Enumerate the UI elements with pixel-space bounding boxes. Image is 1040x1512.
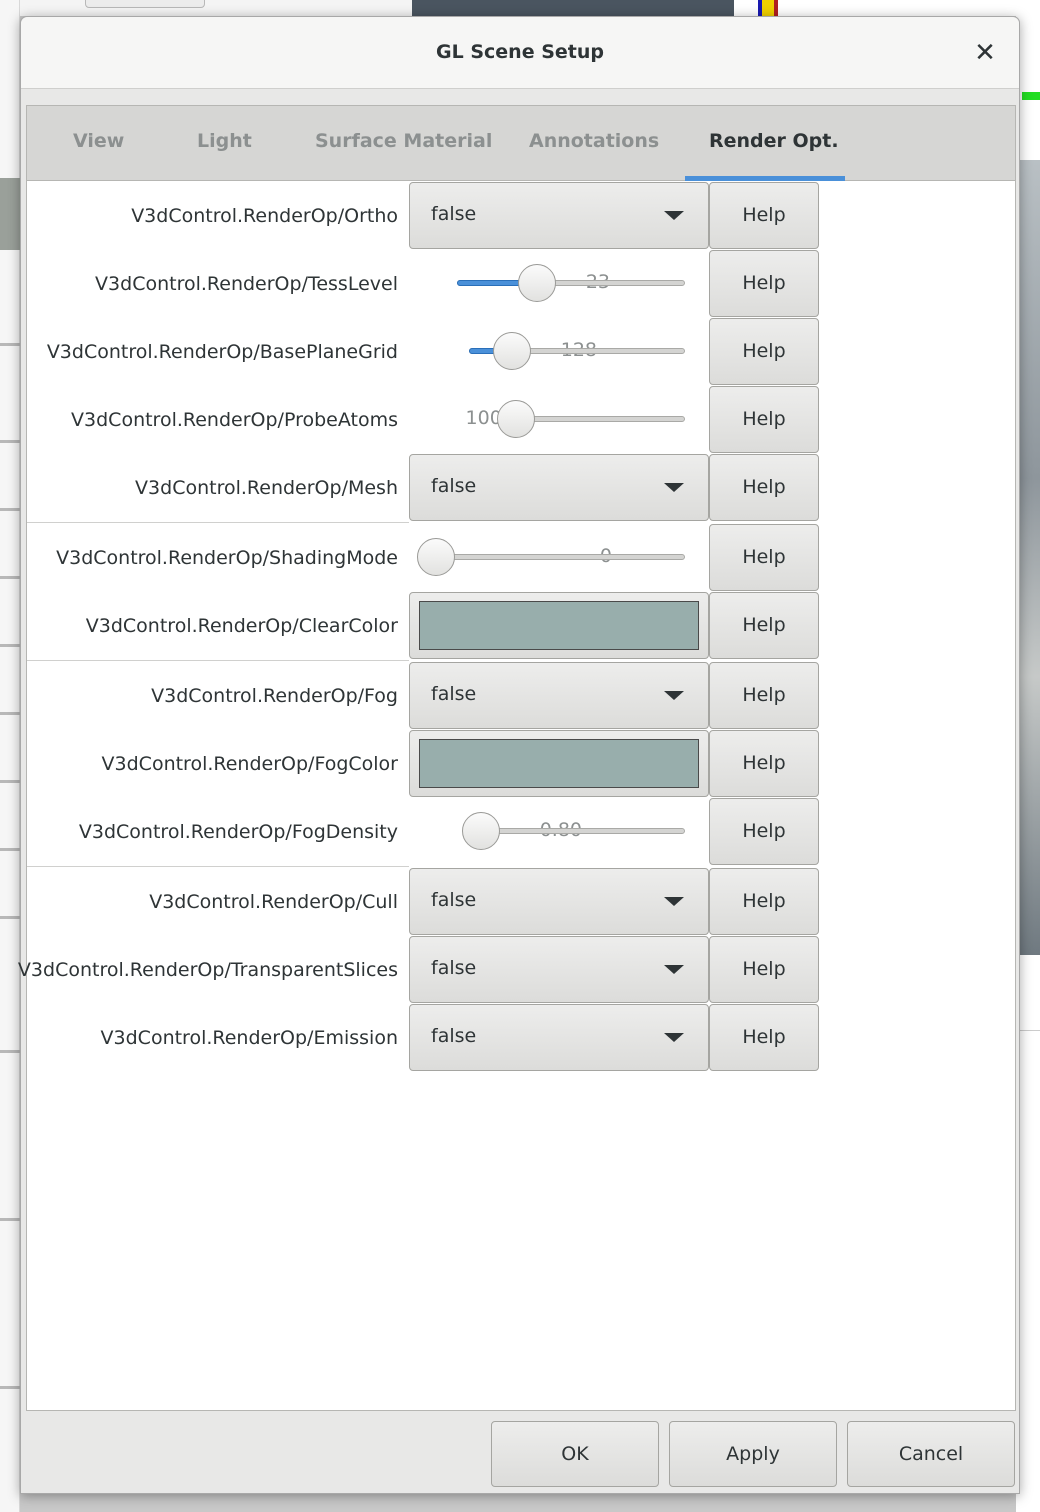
cull-help-button[interactable]: Help [709,868,819,935]
label-fogcolor: V3dControl.RenderOp/FogColor [101,753,398,775]
label-shadingmode: V3dControl.RenderOp/ShadingMode [56,547,398,569]
fog-help-button[interactable]: Help [709,662,819,729]
mesh-combo-value: false [431,475,477,497]
emission-combo[interactable]: false [409,1004,709,1071]
label-emission: V3dControl.RenderOp/Emission [100,1027,398,1049]
mesh-combo[interactable]: false [409,454,709,521]
tab-light[interactable]: Light [197,130,252,152]
fogcolor-color-button[interactable] [409,730,709,797]
background-image-strip [0,178,20,250]
probeatoms-help-button[interactable]: Help [709,386,819,453]
background-window-top [20,0,1020,16]
settings-notebook: View Light Surface Material Annotations … [18,105,1016,1411]
clearcolor-color-button[interactable] [409,592,709,659]
background-dark-panel [412,0,734,16]
background-marker [758,0,778,16]
fogdensity-slider-track[interactable] [482,828,685,834]
label-baseplanegrid: V3dControl.RenderOp/BasePlaneGrid [46,341,398,363]
baseplanegrid-slider-handle[interactable] [493,332,532,370]
label-fogdensity: V3dControl.RenderOp/FogDensity [78,821,398,843]
chevron-down-icon [664,965,684,974]
clearcolor-help-button[interactable]: Help [709,592,819,659]
fog-combo[interactable]: false [409,662,709,729]
tab-bar: View Light Surface Material Annotations … [27,106,1015,181]
tab-surface-material[interactable]: Surface Material [315,130,492,152]
chevron-down-icon [664,211,684,220]
background-divider [0,916,20,919]
background-window-left [0,0,20,1512]
chevron-down-icon [664,691,684,700]
row-separator [27,866,409,867]
mesh-help-button[interactable]: Help [709,454,819,521]
background-button [85,0,205,8]
emission-help-button[interactable]: Help [709,1004,819,1071]
chevron-down-icon [664,1033,684,1042]
background-divider [0,1386,20,1389]
apply-button[interactable]: Apply [669,1421,837,1487]
tab-annotations[interactable]: Annotations [529,130,659,152]
fogdensity-help-button[interactable]: Help [709,798,819,865]
label-clearcolor: V3dControl.RenderOp/ClearColor [85,615,398,637]
fogcolor-color-swatch [419,739,699,788]
shadingmode-help-button[interactable]: Help [709,524,819,591]
fogcolor-help-button[interactable]: Help [709,730,819,797]
transparentslices-combo-value: false [431,957,477,979]
label-probeatoms: V3dControl.RenderOp/ProbeAtoms [71,409,398,431]
active-tab-indicator [685,176,845,181]
cull-combo[interactable]: false [409,868,709,935]
background-divider [0,343,20,346]
chevron-down-icon [664,483,684,492]
background-divider [0,780,20,783]
row-separator [27,660,409,661]
background-divider [0,1218,20,1221]
dialog-titlebar: GL Scene Setup ✕ [21,17,1019,89]
label-cull: V3dControl.RenderOp/Cull [149,891,398,913]
background-photo [1020,160,1040,955]
emission-combo-value: false [431,1025,477,1047]
background-divider [0,644,20,647]
close-icon[interactable]: ✕ [967,35,1003,71]
shadingmode-slider-track[interactable] [437,554,685,560]
background-divider [0,1050,20,1053]
tab-view[interactable]: View [73,130,124,152]
transparentslices-combo[interactable]: false [409,936,709,1003]
label-fog: V3dControl.RenderOp/Fog [151,685,398,707]
ortho-combo-value: false [431,203,477,225]
transparentslices-help-button[interactable]: Help [709,936,819,1003]
probeatoms-slider-handle[interactable] [497,400,535,438]
label-tesslevel: V3dControl.RenderOp/TessLevel [95,273,398,295]
probeatoms-slider-track[interactable] [517,416,685,422]
tab-render-opt[interactable]: Render Opt. [709,130,839,152]
chevron-down-icon [664,897,684,906]
label-mesh: V3dControl.RenderOp/Mesh [135,477,398,499]
fogdensity-slider-handle[interactable] [462,812,500,850]
background-divider [0,848,20,851]
shadingmode-slider-handle[interactable] [417,538,455,576]
background-divider [0,440,20,443]
row-separator [27,522,409,523]
background-divider [0,712,20,715]
label-transparentslices: V3dControl.RenderOp/TransparentSlices [17,959,398,981]
baseplanegrid-help-button[interactable]: Help [709,318,819,385]
background-green-bar [1022,92,1040,100]
dialog-title: GL Scene Setup [436,41,604,63]
background-divider [0,508,20,511]
cancel-button[interactable]: Cancel [847,1421,1015,1487]
clearcolor-color-swatch [419,601,699,650]
ortho-combo[interactable]: false [409,182,709,249]
tesslevel-slider-handle[interactable] [517,264,556,302]
tesslevel-help-button[interactable]: Help [709,250,819,317]
label-ortho: V3dControl.RenderOp/Ortho [131,205,398,227]
gl-scene-setup-dialog: GL Scene Setup ✕ View Light Surface Mate… [18,16,1020,1494]
ortho-help-button[interactable]: Help [709,182,819,249]
ok-button[interactable]: OK [491,1421,659,1487]
cull-combo-value: false [431,889,477,911]
background-divider [0,576,20,579]
fog-combo-value: false [431,683,477,705]
